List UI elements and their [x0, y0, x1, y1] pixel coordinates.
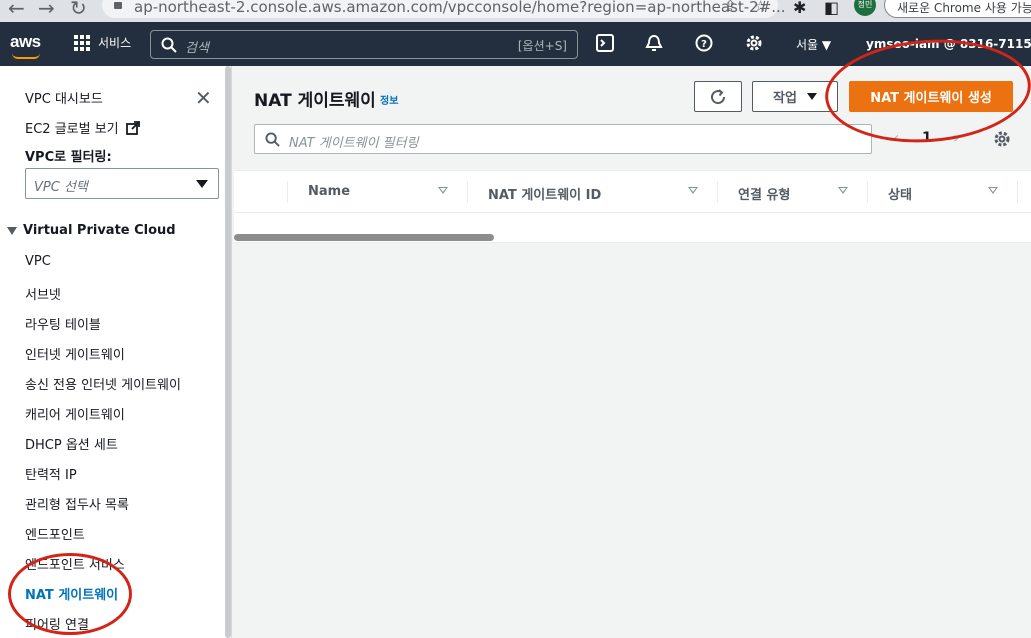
sidebar-item-ec2-global-view[interactable]: EC2 글로벌 보기 — [25, 118, 140, 137]
services-menu[interactable]: 서비스 — [74, 34, 131, 51]
share-icon[interactable]: ⇪ — [724, 0, 737, 15]
external-link-icon — [125, 121, 140, 135]
sort-icon[interactable] — [988, 187, 998, 194]
caret-down-icon — [7, 226, 17, 235]
search-shortcut-hint: [옵션+S] — [517, 39, 567, 53]
sidebar: VPC 대시보드 ✕ EC2 글로벌 보기 VPC로 필터링: VPC 선택 V… — [0, 66, 232, 638]
help-icon[interactable]: ? — [695, 34, 713, 52]
filter-placeholder: NAT 게이트웨이 필터링 — [289, 136, 419, 151]
vpc-filter-label: VPC로 필터링: — [25, 150, 112, 165]
close-icon[interactable]: ✕ — [195, 88, 212, 108]
column-header-connectivity-type[interactable]: 연결 유형 — [738, 184, 790, 203]
table-header: Name NAT 게이트웨이 ID 연결 유형 상태 — [234, 170, 1031, 213]
sidebar-item-5[interactable]: 캐리어 게이트웨이 — [25, 404, 125, 423]
bell-icon[interactable] — [645, 34, 663, 52]
grid-icon — [74, 34, 90, 51]
column-header-nat-gateway-id[interactable]: NAT 게이트웨이 ID — [488, 184, 601, 203]
svg-text:?: ? — [701, 39, 707, 50]
sort-icon[interactable] — [688, 187, 698, 194]
sidebar-item-1[interactable]: 서브넷 — [25, 284, 61, 303]
account-menu[interactable]: ymseo-iam @ 8316-7115-022 — [866, 37, 1031, 51]
forward-icon[interactable]: → — [38, 0, 55, 20]
sidebar-item-12[interactable]: 피어링 연결 — [25, 614, 89, 633]
back-icon[interactable]: ← — [8, 0, 25, 20]
sidebar-item-0[interactable]: VPC — [25, 254, 51, 269]
sort-icon[interactable] — [838, 187, 848, 194]
search-icon — [265, 132, 280, 147]
actions-label: 작업 — [773, 91, 797, 106]
reload-icon[interactable]: ↻ — [70, 0, 87, 20]
nat-gateway-filter-input[interactable]: NAT 게이트웨이 필터링 — [254, 124, 872, 154]
sort-icon[interactable] — [438, 187, 448, 194]
lock-icon — [114, 2, 122, 9]
aws-global-header: aws 서비스 검색 [옵션+S] ? 서울 ▼ ymseo-iam @ 831… — [0, 22, 1031, 66]
sidepanel-icon[interactable]: ◧ — [824, 0, 839, 17]
sidebar-item-8[interactable]: 관리형 접두사 목록 — [25, 494, 129, 513]
caret-down-icon — [806, 93, 817, 100]
vpc-filter-select[interactable]: VPC 선택 — [25, 168, 219, 199]
info-link[interactable]: 정보 — [380, 92, 398, 107]
caret-down-icon — [196, 180, 208, 188]
column-divider — [1017, 181, 1018, 203]
aws-logo[interactable]: aws — [10, 32, 41, 52]
search-icon — [161, 37, 177, 53]
next-page-icon[interactable]: › — [953, 128, 959, 147]
sidebar-item-10[interactable]: 엔드포인트 서비스 — [25, 554, 125, 573]
table-horizontal-scrollbar[interactable] — [234, 234, 494, 241]
actions-button[interactable]: 작업 — [752, 81, 838, 112]
sidebar-item-11[interactable]: NAT 게이트웨이 — [25, 584, 118, 603]
address-bar[interactable]: ap-northeast-2.console.aws.amazon.com/vp… — [102, 0, 786, 18]
refresh-icon — [711, 88, 726, 104]
column-header-name[interactable]: Name — [308, 184, 350, 199]
url-text: ap-northeast-2.console.aws.amazon.com/vp… — [134, 0, 786, 16]
cloudshell-icon[interactable] — [596, 34, 614, 52]
sidebar-item-3[interactable]: 인터넷 게이트웨이 — [25, 344, 125, 363]
column-divider — [287, 181, 288, 203]
prev-page-icon[interactable]: ‹ — [893, 128, 899, 147]
create-nat-gateway-button[interactable]: NAT 게이트웨이 생성 — [849, 81, 1013, 112]
column-divider — [467, 181, 468, 203]
sidebar-item-2[interactable]: 라우팅 테이블 — [25, 314, 101, 333]
services-label: 서비스 — [98, 36, 132, 50]
chrome-update-pill[interactable]: 새로운 Chrome 사용 가능 — [884, 0, 1031, 18]
region-selector[interactable]: 서울 ▼ — [796, 36, 831, 53]
profile-avatar[interactable]: 정민 — [854, 0, 876, 16]
extensions-icon[interactable]: ✱ — [793, 0, 806, 17]
refresh-button[interactable] — [694, 81, 742, 112]
sidebar-item-label: EC2 글로벌 보기 — [25, 122, 119, 137]
sidebar-item-vpc-dashboard[interactable]: VPC 대시보드 — [25, 88, 103, 107]
sidebar-scrollbar[interactable] — [225, 66, 231, 638]
column-header-state[interactable]: 상태 — [888, 184, 912, 203]
sidebar-item-7[interactable]: 탄력적 IP — [25, 464, 77, 483]
aws-logo-smile-icon — [12, 53, 40, 59]
gear-icon[interactable] — [745, 34, 763, 52]
sidebar-item-9[interactable]: 엔드포인트 — [25, 524, 85, 543]
sidebar-item-4[interactable]: 송신 전용 인터넷 게이트웨이 — [25, 374, 181, 393]
bookmark-star-icon[interactable]: ☆ — [754, 0, 767, 15]
sidebar-item-6[interactable]: DHCP 옵션 세트 — [25, 434, 118, 453]
browser-toolbar: ← → ↻ ap-northeast-2.console.aws.amazon.… — [0, 0, 1031, 22]
sidebar-section-title: Virtual Private Cloud — [23, 223, 176, 238]
page-title: NAT 게이트웨이 — [254, 91, 376, 111]
vpc-select-placeholder: VPC 선택 — [34, 180, 88, 195]
column-divider — [867, 181, 868, 203]
page-number[interactable]: 1 — [922, 130, 932, 146]
search-input[interactable]: 검색 [옵션+S] — [150, 30, 578, 59]
column-divider — [717, 181, 718, 203]
table-settings-icon[interactable] — [993, 130, 1011, 148]
search-placeholder: 검색 — [185, 41, 209, 56]
sidebar-section-vpc[interactable]: Virtual Private Cloud — [7, 223, 176, 238]
